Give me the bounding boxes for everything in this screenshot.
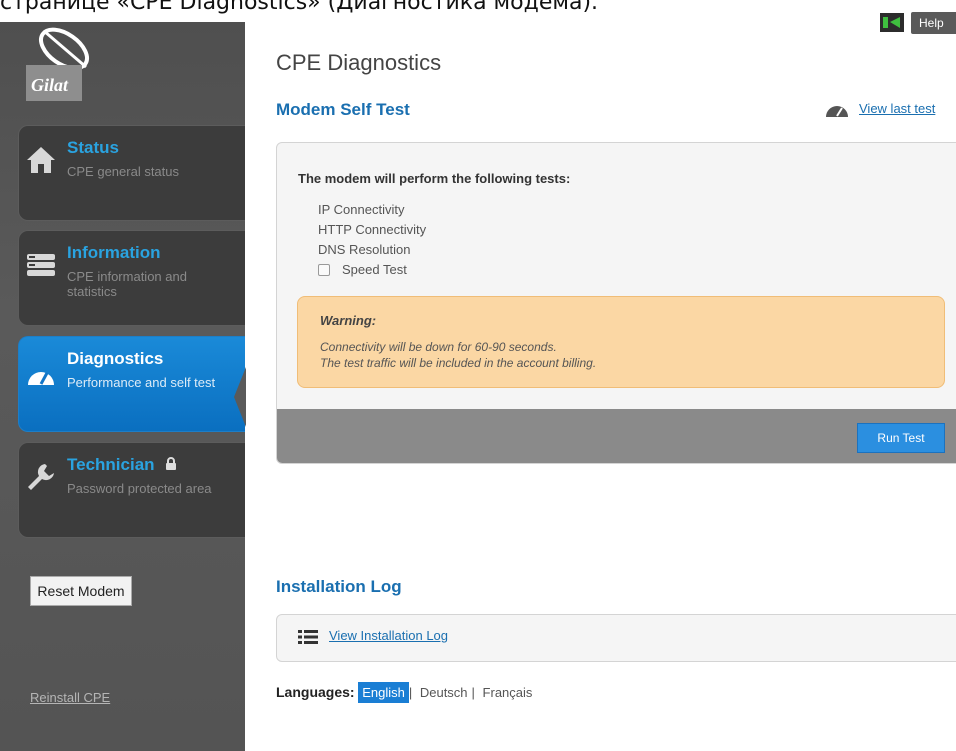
help-button[interactable]: Help xyxy=(911,12,956,34)
wrench-icon xyxy=(28,464,54,490)
gauge-icon xyxy=(826,106,848,117)
self-test-title: Modem Self Test xyxy=(276,100,410,119)
languages-label: Languages: xyxy=(276,684,355,700)
test-panel-footer: Run Test xyxy=(277,409,956,463)
page-caption: странице «CPE Diagnostics» (Диагностика … xyxy=(0,0,599,15)
speed-test-label: Speed Test xyxy=(342,262,407,277)
home-icon xyxy=(27,147,55,173)
nav-title-technician-text: Technician xyxy=(67,455,155,474)
view-installation-log-link[interactable]: View Installation Log xyxy=(329,628,448,643)
gauge-icon xyxy=(28,372,54,385)
warning-line: Connectivity will be down for 60-90 seco… xyxy=(320,340,557,354)
nav-item-technician[interactable]: Technician Password protected area xyxy=(18,442,245,538)
warning-box: Warning: Connectivity will be down for 6… xyxy=(297,296,945,388)
language-selector: Languages: English | Deutsch | Français xyxy=(276,682,537,708)
sidebar: Gilat Status CPE general status Informat… xyxy=(0,22,246,751)
language-option-francais[interactable]: Français xyxy=(479,682,537,703)
nav-item-status[interactable]: Status CPE general status xyxy=(18,125,245,221)
nav-desc-status: CPE general status xyxy=(67,164,180,179)
installation-log-panel: View Installation Log xyxy=(276,614,956,662)
run-test-button[interactable]: Run Test xyxy=(857,423,945,453)
test-item: DNS Resolution xyxy=(318,242,411,257)
nav-desc-diagnostics: Performance and self test xyxy=(67,375,216,390)
nav-title-technician: Technician xyxy=(67,455,177,475)
list-icon xyxy=(298,630,318,644)
nav-title-information: Information xyxy=(67,243,161,262)
nav-title-status: Status xyxy=(67,138,119,157)
test-item: HTTP Connectivity xyxy=(318,222,427,237)
language-option-english[interactable]: English xyxy=(358,682,409,703)
gilat-logo: Gilat xyxy=(26,27,98,105)
warning-title: Warning: xyxy=(320,313,377,328)
self-test-panel: The modem will perform the following tes… xyxy=(276,142,956,464)
nav-desc-information: CPE information and statistics xyxy=(67,269,187,299)
info-list-icon xyxy=(27,254,55,276)
nav-item-information[interactable]: Information CPE information and statisti… xyxy=(18,230,245,326)
tests-heading: The modem will perform the following tes… xyxy=(298,171,571,186)
nav-item-diagnostics[interactable]: Diagnostics Performance and self test xyxy=(18,336,246,432)
nav-title-diagnostics: Diagnostics xyxy=(67,349,164,368)
logo-text: Gilat xyxy=(31,75,69,95)
nav-desc-technician: Password protected area xyxy=(67,481,212,496)
lock-icon xyxy=(166,457,177,470)
reinstall-cpe-link[interactable]: Reinstall CPE xyxy=(30,690,110,705)
language-option-deutsch[interactable]: Deutsch xyxy=(416,682,472,703)
test-item: IP Connectivity xyxy=(318,202,405,217)
view-last-test-label[interactable]: View last test xyxy=(859,101,935,116)
speed-test-checkbox[interactable] xyxy=(318,264,330,276)
reset-modem-button[interactable]: Reset Modem xyxy=(30,576,132,606)
installation-log-title: Installation Log xyxy=(276,577,402,596)
page-title: CPE Diagnostics xyxy=(276,50,442,75)
language-flag-icon[interactable] xyxy=(880,13,904,32)
active-indicator xyxy=(234,367,246,427)
warning-line: The test traffic will be included in the… xyxy=(320,356,597,370)
